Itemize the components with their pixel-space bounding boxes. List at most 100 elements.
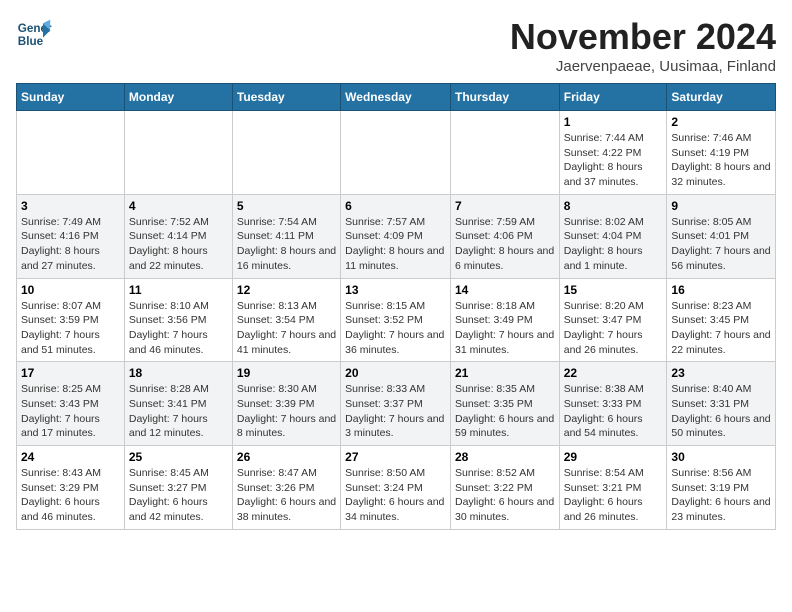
calendar-table: SundayMondayTuesdayWednesdayThursdayFrid… bbox=[16, 83, 776, 530]
day-info: Sunrise: 7:46 AMSunset: 4:19 PMDaylight:… bbox=[671, 131, 771, 190]
calendar-cell bbox=[232, 111, 340, 195]
calendar-cell: 2 Sunrise: 7:46 AMSunset: 4:19 PMDaylight… bbox=[667, 111, 776, 195]
calendar-cell: 20 Sunrise: 8:33 AMSunset: 3:37 PMDayligh… bbox=[341, 362, 451, 446]
calendar-cell: 1 Sunrise: 7:44 AMSunset: 4:22 PMDaylight… bbox=[559, 111, 667, 195]
day-number: 4 bbox=[129, 199, 228, 213]
day-number: 18 bbox=[129, 366, 228, 380]
day-header-saturday: Saturday bbox=[667, 84, 776, 111]
calendar-cell: 25 Sunrise: 8:45 AMSunset: 3:27 PMDayligh… bbox=[124, 446, 232, 530]
day-info: Sunrise: 8:40 AMSunset: 3:31 PMDaylight:… bbox=[671, 382, 771, 441]
day-number: 20 bbox=[345, 366, 446, 380]
day-number: 19 bbox=[237, 366, 336, 380]
day-info: Sunrise: 7:49 AMSunset: 4:16 PMDaylight:… bbox=[21, 215, 120, 274]
day-header-friday: Friday bbox=[559, 84, 667, 111]
calendar-cell: 28 Sunrise: 8:52 AMSunset: 3:22 PMDayligh… bbox=[450, 446, 559, 530]
day-number: 25 bbox=[129, 450, 228, 464]
calendar-week-2: 3 Sunrise: 7:49 AMSunset: 4:16 PMDaylight… bbox=[17, 194, 776, 278]
title-area: November 2024 Jaervenpaeae, Uusimaa, Fin… bbox=[510, 16, 776, 75]
calendar-cell: 12 Sunrise: 8:13 AMSunset: 3:54 PMDayligh… bbox=[232, 278, 340, 362]
calendar-cell: 7 Sunrise: 7:59 AMSunset: 4:06 PMDaylight… bbox=[450, 194, 559, 278]
calendar-cell: 27 Sunrise: 8:50 AMSunset: 3:24 PMDayligh… bbox=[341, 446, 451, 530]
day-number: 14 bbox=[455, 283, 555, 297]
day-header-tuesday: Tuesday bbox=[232, 84, 340, 111]
day-number: 8 bbox=[564, 199, 663, 213]
calendar-cell: 6 Sunrise: 7:57 AMSunset: 4:09 PMDaylight… bbox=[341, 194, 451, 278]
calendar-week-4: 17 Sunrise: 8:25 AMSunset: 3:43 PMDayligh… bbox=[17, 362, 776, 446]
day-info: Sunrise: 8:15 AMSunset: 3:52 PMDaylight:… bbox=[345, 299, 446, 358]
calendar-cell: 3 Sunrise: 7:49 AMSunset: 4:16 PMDaylight… bbox=[17, 194, 125, 278]
logo-icon: General Blue bbox=[16, 16, 52, 52]
day-info: Sunrise: 7:59 AMSunset: 4:06 PMDaylight:… bbox=[455, 215, 555, 274]
day-info: Sunrise: 8:33 AMSunset: 3:37 PMDaylight:… bbox=[345, 382, 446, 441]
day-info: Sunrise: 8:05 AMSunset: 4:01 PMDaylight:… bbox=[671, 215, 771, 274]
day-info: Sunrise: 8:45 AMSunset: 3:27 PMDaylight:… bbox=[129, 466, 228, 525]
day-info: Sunrise: 8:52 AMSunset: 3:22 PMDaylight:… bbox=[455, 466, 555, 525]
day-number: 2 bbox=[671, 115, 771, 129]
calendar-header: SundayMondayTuesdayWednesdayThursdayFrid… bbox=[17, 84, 776, 111]
day-number: 29 bbox=[564, 450, 663, 464]
calendar-body: 1 Sunrise: 7:44 AMSunset: 4:22 PMDaylight… bbox=[17, 111, 776, 530]
day-number: 3 bbox=[21, 199, 120, 213]
day-number: 13 bbox=[345, 283, 446, 297]
day-number: 17 bbox=[21, 366, 120, 380]
calendar-cell: 4Sunrise: 7:52 AMSunset: 4:14 PMDaylight… bbox=[124, 194, 232, 278]
day-number: 30 bbox=[671, 450, 771, 464]
day-info: Sunrise: 8:30 AMSunset: 3:39 PMDaylight:… bbox=[237, 382, 336, 441]
calendar-cell bbox=[124, 111, 232, 195]
calendar-cell: 11 Sunrise: 8:10 AMSunset: 3:56 PMDayligh… bbox=[124, 278, 232, 362]
day-info: Sunrise: 8:13 AMSunset: 3:54 PMDaylight:… bbox=[237, 299, 336, 358]
day-number: 15 bbox=[564, 283, 663, 297]
day-header-monday: Monday bbox=[124, 84, 232, 111]
day-info: Sunrise: 8:10 AMSunset: 3:56 PMDaylight:… bbox=[129, 299, 228, 358]
day-number: 9 bbox=[671, 199, 771, 213]
calendar-cell bbox=[450, 111, 559, 195]
calendar-cell: 10 Sunrise: 8:07 AMSunset: 3:59 PMDayligh… bbox=[17, 278, 125, 362]
day-info: Sunrise: 7:57 AMSunset: 4:09 PMDaylight:… bbox=[345, 215, 446, 274]
calendar-cell: 29Sunrise: 8:54 AMSunset: 3:21 PMDayligh… bbox=[559, 446, 667, 530]
calendar-cell: 13 Sunrise: 8:15 AMSunset: 3:52 PMDayligh… bbox=[341, 278, 451, 362]
day-info: Sunrise: 8:18 AMSunset: 3:49 PMDaylight:… bbox=[455, 299, 555, 358]
day-info: Sunrise: 8:47 AMSunset: 3:26 PMDaylight:… bbox=[237, 466, 336, 525]
calendar-cell: 26Sunrise: 8:47 AMSunset: 3:26 PMDayligh… bbox=[232, 446, 340, 530]
month-title: November 2024 bbox=[510, 16, 776, 58]
day-headers-row: SundayMondayTuesdayWednesdayThursdayFrid… bbox=[17, 84, 776, 111]
day-number: 1 bbox=[564, 115, 663, 129]
calendar-cell: 5 Sunrise: 7:54 AMSunset: 4:11 PMDaylight… bbox=[232, 194, 340, 278]
day-header-wednesday: Wednesday bbox=[341, 84, 451, 111]
day-info: Sunrise: 7:54 AMSunset: 4:11 PMDaylight:… bbox=[237, 215, 336, 274]
day-number: 21 bbox=[455, 366, 555, 380]
day-number: 7 bbox=[455, 199, 555, 213]
calendar-week-1: 1 Sunrise: 7:44 AMSunset: 4:22 PMDaylight… bbox=[17, 111, 776, 195]
calendar-cell: 23Sunrise: 8:40 AMSunset: 3:31 PMDayligh… bbox=[667, 362, 776, 446]
day-number: 6 bbox=[345, 199, 446, 213]
day-number: 27 bbox=[345, 450, 446, 464]
day-info: Sunrise: 8:50 AMSunset: 3:24 PMDaylight:… bbox=[345, 466, 446, 525]
calendar-cell: 30 Sunrise: 8:56 AMSunset: 3:19 PMDayligh… bbox=[667, 446, 776, 530]
day-number: 28 bbox=[455, 450, 555, 464]
day-header-thursday: Thursday bbox=[450, 84, 559, 111]
calendar-cell: 24Sunrise: 8:43 AMSunset: 3:29 PMDayligh… bbox=[17, 446, 125, 530]
day-info: Sunrise: 8:56 AMSunset: 3:19 PMDaylight:… bbox=[671, 466, 771, 525]
day-number: 11 bbox=[129, 283, 228, 297]
day-info: Sunrise: 8:28 AMSunset: 3:41 PMDaylight:… bbox=[129, 382, 228, 441]
calendar-cell bbox=[341, 111, 451, 195]
day-info: Sunrise: 8:43 AMSunset: 3:29 PMDaylight:… bbox=[21, 466, 120, 525]
day-number: 5 bbox=[237, 199, 336, 213]
day-number: 10 bbox=[21, 283, 120, 297]
calendar-cell bbox=[17, 111, 125, 195]
calendar-cell: 8Sunrise: 8:02 AMSunset: 4:04 PMDaylight… bbox=[559, 194, 667, 278]
day-info: Sunrise: 7:44 AMSunset: 4:22 PMDaylight:… bbox=[564, 131, 663, 190]
calendar-cell: 21 Sunrise: 8:35 AMSunset: 3:35 PMDayligh… bbox=[450, 362, 559, 446]
calendar-cell: 14 Sunrise: 8:18 AMSunset: 3:49 PMDayligh… bbox=[450, 278, 559, 362]
calendar-cell: 16Sunrise: 8:23 AMSunset: 3:45 PMDayligh… bbox=[667, 278, 776, 362]
svg-text:Blue: Blue bbox=[18, 35, 44, 48]
calendar-cell: 9 Sunrise: 8:05 AMSunset: 4:01 PMDaylight… bbox=[667, 194, 776, 278]
day-info: Sunrise: 8:35 AMSunset: 3:35 PMDaylight:… bbox=[455, 382, 555, 441]
day-info: Sunrise: 8:07 AMSunset: 3:59 PMDaylight:… bbox=[21, 299, 120, 358]
calendar-week-3: 10 Sunrise: 8:07 AMSunset: 3:59 PMDayligh… bbox=[17, 278, 776, 362]
day-number: 12 bbox=[237, 283, 336, 297]
day-info: Sunrise: 8:25 AMSunset: 3:43 PMDaylight:… bbox=[21, 382, 120, 441]
logo: General Blue bbox=[16, 16, 52, 52]
day-info: Sunrise: 8:38 AMSunset: 3:33 PMDaylight:… bbox=[564, 382, 663, 441]
day-number: 22 bbox=[564, 366, 663, 380]
